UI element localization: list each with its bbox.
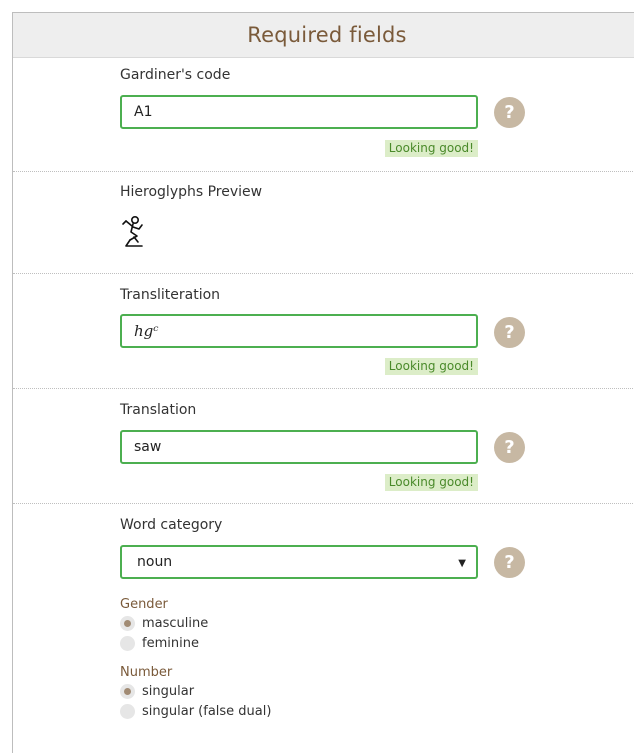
- number-option-label: singular: [142, 684, 195, 699]
- word-category-group: Word category noun ▼ ? Gender masculine …: [13, 504, 634, 744]
- transliteration-input[interactable]: hgᶜ: [120, 314, 478, 348]
- number-label: Number: [120, 665, 173, 680]
- gender-label: Gender: [120, 597, 168, 612]
- number-option-false-dual[interactable]: singular (false dual): [120, 704, 271, 719]
- radio-checked-icon[interactable]: [120, 684, 135, 699]
- gardiner-help-icon[interactable]: ?: [494, 97, 525, 128]
- transliteration-group: Transliteration hgᶜ Looking good! ?: [13, 274, 634, 389]
- translation-label: Translation: [120, 402, 197, 418]
- gender-option-label: feminine: [142, 636, 199, 651]
- radio-checked-icon[interactable]: [120, 616, 135, 631]
- gardiner-code-label: Gardiner's code: [120, 67, 231, 83]
- transliteration-label: Transliteration: [120, 287, 221, 303]
- word-category-select[interactable]: noun ▼: [120, 545, 478, 579]
- word-category-help-icon[interactable]: ?: [494, 547, 525, 578]
- translation-status: Looking good!: [384, 474, 478, 491]
- gender-option-feminine[interactable]: feminine: [120, 636, 199, 651]
- number-option-singular[interactable]: singular: [120, 684, 194, 699]
- section-title: Required fields: [247, 23, 407, 47]
- gardiner-code-status: Looking good!: [384, 140, 478, 157]
- gender-option-masculine[interactable]: masculine: [120, 616, 208, 631]
- hieroglyphs-preview-group: Hieroglyphs Preview: [13, 172, 634, 274]
- word-category-selected: noun: [137, 554, 173, 570]
- dropdown-arrow-icon: ▼: [458, 558, 466, 569]
- gardiner-code-value: A1: [134, 104, 153, 120]
- gender-option-label: masculine: [142, 616, 209, 631]
- transliteration-value: hgᶜ: [134, 322, 159, 340]
- translation-group: Translation saw Looking good! ?: [13, 389, 634, 504]
- seated-man-hieroglyph-icon: [122, 215, 143, 247]
- radio-unchecked-icon[interactable]: [120, 704, 135, 719]
- translation-input[interactable]: saw: [120, 430, 478, 464]
- transliteration-help-icon[interactable]: ?: [494, 317, 525, 348]
- gardiner-code-group: Gardiner's code A1 Looking good! ?: [13, 58, 634, 172]
- transliteration-status: Looking good!: [384, 358, 478, 375]
- word-category-label: Word category: [120, 517, 223, 533]
- gardiner-code-input[interactable]: A1: [120, 95, 478, 129]
- hieroglyphs-preview-label: Hieroglyphs Preview: [120, 184, 263, 200]
- section-header: Required fields: [13, 13, 634, 58]
- form-panel: Required fields Gardiner's code A1 Looki…: [12, 12, 634, 753]
- translation-value: saw: [134, 439, 162, 455]
- number-option-label: singular (false dual): [142, 704, 272, 719]
- translation-help-icon[interactable]: ?: [494, 432, 525, 463]
- radio-unchecked-icon[interactable]: [120, 636, 135, 651]
